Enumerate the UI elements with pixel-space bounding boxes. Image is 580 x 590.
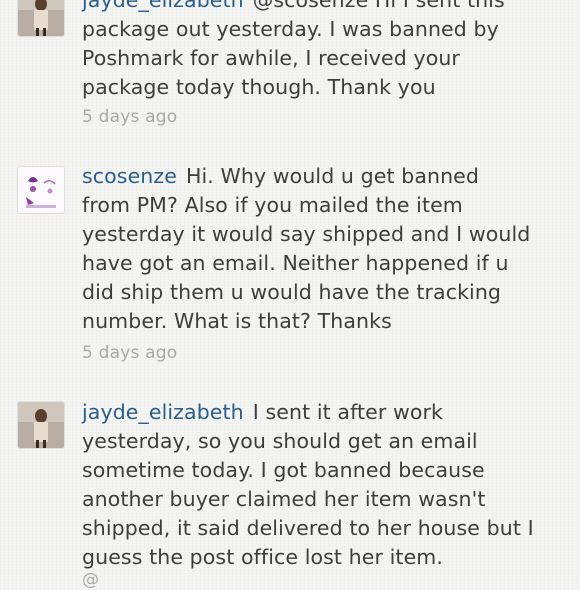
comment-text: scosenze Hi. Why would u get banned from … bbox=[82, 162, 552, 336]
comment-text: jayde_elizabeth @scosenze Hi I sent this … bbox=[82, 0, 552, 102]
avatar-scosenze[interactable] bbox=[18, 167, 64, 213]
comment-line: yesterday it would say shipped and I wou… bbox=[82, 222, 531, 246]
comment-line: I sent it after work bbox=[252, 400, 444, 424]
profile-photo-icon bbox=[18, 402, 64, 448]
comment-line: Poshmark for awhile, I received your bbox=[82, 46, 460, 70]
avatar-jayde[interactable] bbox=[18, 402, 64, 448]
comment-line: have got an email. Neither happened if u bbox=[82, 251, 509, 275]
comment-line: package out yesterday. I was banned by bbox=[82, 17, 499, 41]
timestamp: 5 days ago bbox=[82, 107, 178, 127]
comment-line: yesterday, so you should get an email bbox=[82, 429, 478, 453]
timestamp: 5 days ago bbox=[82, 343, 178, 363]
comment-line: another buyer claimed her item wasn't bbox=[82, 487, 486, 511]
username-link[interactable]: scosenze bbox=[82, 164, 177, 188]
username-link[interactable]: jayde_elizabeth bbox=[82, 400, 244, 424]
profile-photo-icon bbox=[18, 0, 64, 36]
comment-text: jayde_elizabeth I sent it after work yest… bbox=[82, 398, 552, 572]
comment-line: did ship them u would have the tracking bbox=[82, 280, 502, 304]
comment-line: shipped, it said delivered to her house … bbox=[82, 516, 534, 540]
avatar-jayde[interactable] bbox=[18, 0, 64, 36]
profile-logo-icon bbox=[18, 167, 64, 213]
comment-line: sometime today. I got banned because bbox=[82, 458, 485, 482]
username-link[interactable]: jayde_elizabeth bbox=[82, 0, 244, 12]
comment-line: number. What is that? Thanks bbox=[82, 309, 392, 333]
comment-line: package today though. Thank you bbox=[82, 75, 436, 99]
comment-line: guess the post office lost her item. bbox=[82, 545, 443, 569]
comment-line: Hi. Why would u get banned bbox=[185, 164, 480, 188]
comment-line: from PM? Also if you mailed the item bbox=[82, 193, 463, 217]
comment-line: @scosenze Hi I sent this bbox=[252, 0, 505, 12]
timestamp: @ bbox=[82, 570, 100, 590]
